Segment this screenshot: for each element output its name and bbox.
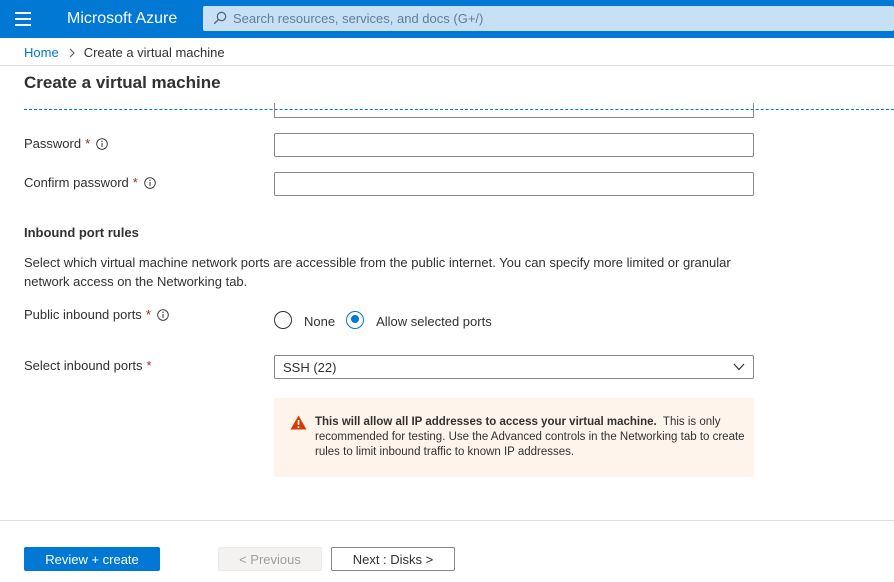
radio-none[interactable]: None: [274, 310, 335, 329]
chevron-down-icon: [733, 363, 745, 371]
inbound-port-rules-heading: Inbound port rules: [24, 225, 139, 240]
review-create-button[interactable]: Review + create: [24, 547, 160, 571]
inbound-description: Select which virtual machine network por…: [24, 255, 731, 289]
confirm-password-label-text: Confirm password: [24, 175, 129, 190]
confirm-password-input[interactable]: [274, 172, 754, 196]
password-input[interactable]: [274, 133, 754, 157]
previous-button[interactable]: < Previous: [218, 547, 322, 571]
radio-none-label[interactable]: None: [304, 314, 335, 329]
password-label-text: Password: [24, 136, 82, 151]
search-input[interactable]: [233, 6, 873, 31]
info-icon[interactable]: [144, 176, 156, 189]
select-inbound-ports-dropdown[interactable]: SSH (22): [274, 355, 754, 379]
breadcrumb-home-link[interactable]: Home: [24, 45, 59, 60]
warning-text: This will allow all IP addresses to acce…: [315, 415, 745, 460]
hamburger-menu-icon[interactable]: [15, 12, 31, 26]
required-mark: *: [146, 358, 152, 373]
search-icon: [213, 11, 227, 25]
required-mark: *: [132, 175, 138, 190]
warning-icon: [290, 415, 307, 430]
info-icon[interactable]: [157, 308, 169, 321]
warning-bold-text: This will allow all IP addresses to acce…: [315, 416, 657, 428]
breadcrumb-current: Create a virtual machine: [83, 45, 225, 60]
select-inbound-ports-value: SSH (22): [283, 360, 337, 375]
brand-title[interactable]: Microsoft Azure: [67, 10, 177, 28]
warning-message: This will allow all IP addresses to acce…: [274, 398, 754, 477]
confirm-password-label: Confirm password *: [24, 175, 156, 190]
breadcrumb: Home Create a virtual machine: [24, 45, 225, 60]
password-label: Password *: [24, 136, 108, 151]
select-inbound-ports-label: Select inbound ports *: [24, 358, 152, 373]
footer-divider: [0, 520, 894, 521]
global-search[interactable]: [203, 6, 894, 31]
radio-allow-selected-ports-circle[interactable]: [346, 310, 365, 329]
radio-allow-selected-ports[interactable]: Allow selected ports: [346, 310, 492, 329]
public-inbound-ports-radio-group: None Allow selected ports: [274, 310, 492, 329]
select-inbound-ports-label-text: Select inbound ports: [24, 358, 143, 373]
username-field-partial[interactable]: [274, 103, 754, 118]
required-mark: *: [145, 307, 151, 322]
page-title: Create a virtual machine: [24, 73, 221, 92]
public-inbound-ports-label-text: Public inbound ports: [24, 307, 142, 322]
top-bar: Microsoft Azure: [0, 0, 894, 38]
radio-none-circle[interactable]: [274, 310, 292, 329]
next-disks-button[interactable]: Next : Disks >: [331, 547, 455, 571]
radio-allow-selected-ports-label[interactable]: Allow selected ports: [376, 314, 492, 329]
required-mark: *: [85, 136, 91, 151]
public-inbound-ports-label: Public inbound ports *: [24, 307, 169, 322]
header-divider: [0, 65, 894, 66]
chevron-right-icon: [69, 48, 75, 57]
info-icon[interactable]: [96, 137, 108, 150]
